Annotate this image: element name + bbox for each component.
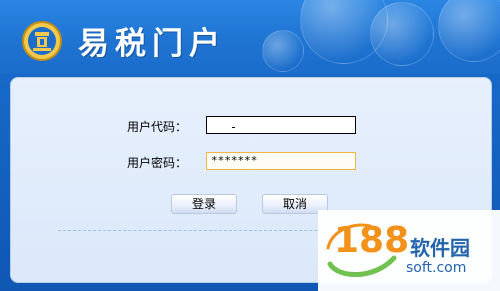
login-window: 易税门户 用户代码： 用户密码： ******* 登录 取消 188 软件园 s… <box>0 0 500 291</box>
password-input[interactable]: ******* <box>206 152 356 170</box>
header-banner: 易税门户 <box>0 0 500 74</box>
watermark-number: 188 <box>334 220 410 261</box>
bubble-decoration <box>370 2 434 66</box>
app-title: 易税门户 <box>78 26 226 62</box>
watermark-domain: soft.com <box>406 260 467 276</box>
text-cursor <box>232 127 235 128</box>
login-button[interactable]: 登录 <box>171 194 237 214</box>
username-input[interactable] <box>206 116 356 134</box>
tax-emblem-icon <box>22 21 62 61</box>
username-label: 用户代码： <box>127 120 188 134</box>
bubble-decoration <box>438 0 500 62</box>
password-label: 用户密码： <box>127 156 188 170</box>
watermark-name: 软件园 <box>410 236 470 260</box>
bubble-decoration <box>262 30 304 72</box>
watermark-logo: 188 软件园 soft.com <box>318 210 500 291</box>
